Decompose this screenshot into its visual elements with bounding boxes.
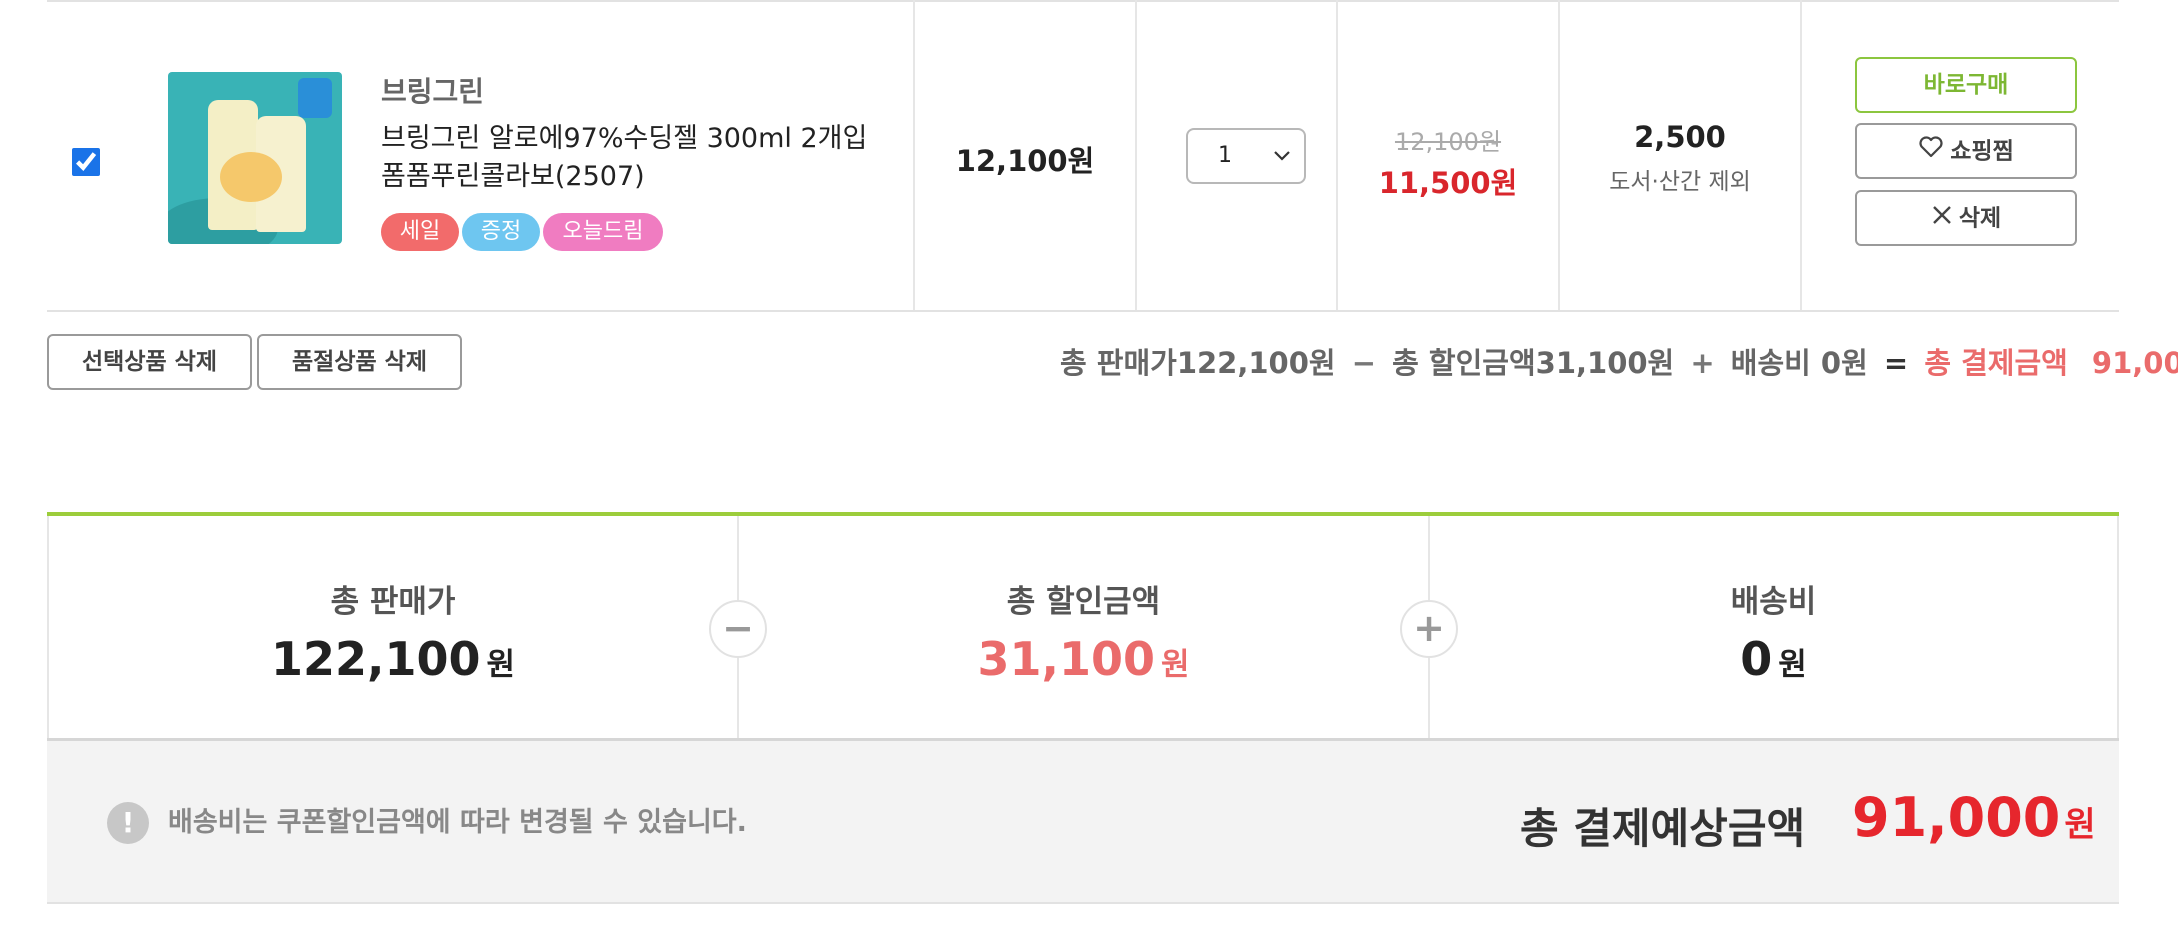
- summary-shipping: 0원: [1820, 346, 1868, 380]
- expected-total-value: 91,000: [1852, 786, 2061, 849]
- summary-shipping-label: 배송비: [1730, 346, 1811, 380]
- plus-sign: +: [1690, 346, 1715, 380]
- panel-divider: [47, 516, 49, 740]
- expected-total-label: 총 결제예상금액: [1520, 804, 1806, 853]
- product-name-line1: 브링그린 알로에97%수딩젤 300ml 2개입: [381, 123, 868, 154]
- heart-icon: [1918, 126, 1944, 178]
- summary-payment-label: 총 결제금액: [1924, 346, 2068, 380]
- panel-total-price-unit: 원: [486, 647, 516, 683]
- tag-gift: 증정: [462, 213, 540, 251]
- quantity-value: 1: [1218, 143, 1232, 168]
- panel-shipping-label: 배송비: [1730, 584, 1817, 620]
- chevron-down-icon: [1272, 130, 1292, 201]
- wishlist-button[interactable]: 쇼핑찜: [1855, 123, 2077, 179]
- panel-total-price-label: 총 판매가: [330, 584, 456, 620]
- col-divider: [1135, 0, 1137, 310]
- product-name-line2: 폼폼푸린콜라보(2507): [381, 161, 645, 192]
- original-price: 12,100원: [1394, 128, 1502, 156]
- panel-shipping-value: 0: [1740, 632, 1773, 686]
- buy-now-label: 바로구매: [1923, 72, 2009, 98]
- tag-sale: 세일: [381, 213, 459, 251]
- panel-divider: [2117, 516, 2119, 740]
- summary-payment: 91,000원: [2091, 346, 2178, 380]
- buy-now-button[interactable]: 바로구매: [1855, 57, 2077, 113]
- summary-discount-label: 총 할인금액: [1392, 346, 1536, 380]
- expected-total-unit: 원: [2064, 805, 2096, 845]
- delete-label: 삭제: [1958, 205, 2002, 232]
- quantity-select[interactable]: 1: [1186, 128, 1306, 184]
- unit-price: 12,100원: [955, 144, 1095, 178]
- footer-top-border: [47, 738, 2119, 741]
- delete-soldout-button[interactable]: 품절상품 삭제: [257, 334, 462, 390]
- item-checkbox[interactable]: [72, 148, 100, 176]
- shipping-notice: 배송비는 쿠폰할인금액에 따라 변경될 수 있습니다.: [168, 807, 747, 838]
- panel-discount-unit: 원: [1160, 647, 1190, 683]
- wishlist-label: 쇼핑찜: [1950, 138, 2014, 165]
- expected-total: 91,000 원: [1852, 786, 2096, 849]
- close-icon: [1931, 193, 1953, 245]
- panel-discount-label: 총 할인금액: [1006, 584, 1161, 620]
- shipping-fee: 2,500: [1634, 120, 1726, 154]
- panel-total-price-value: 122,100: [270, 632, 481, 686]
- row-top-border: [47, 0, 2119, 2]
- info-icon: !: [107, 802, 149, 844]
- product-thumbnail[interactable]: [168, 72, 342, 244]
- tag-today-delivery: 오늘드림: [543, 213, 663, 251]
- shipping-note: 도서·산간 제외: [1609, 169, 1751, 195]
- panel-discount-value: 31,100: [977, 632, 1155, 686]
- summary-discount: 31,100원: [1535, 346, 1675, 380]
- col-divider: [1558, 0, 1560, 310]
- row-bottom-border: [47, 310, 2119, 312]
- delete-selected-button[interactable]: 선택상품 삭제: [47, 334, 252, 390]
- order-summary-line: 총 판매가122,100원 − 총 할인금액31,100원 + 배송비 0원 =…: [1060, 340, 2178, 386]
- product-name[interactable]: 브링그린 알로에97%수딩젤 300ml 2개입 폼폼푸린콜라보(2507): [381, 120, 867, 196]
- minus-sign: −: [1351, 346, 1377, 380]
- panel-discount: 31,100 원: [739, 632, 1428, 686]
- sale-price: 11,500원: [1378, 166, 1518, 200]
- summary-total-price-label: 총 판매가: [1060, 346, 1177, 380]
- panel-shipping: 0원: [1430, 632, 2117, 686]
- delete-item-button[interactable]: 삭제: [1855, 190, 2077, 246]
- panel-shipping-unit: 원: [1778, 647, 1807, 683]
- summary-panel-top-bar: [47, 512, 2119, 516]
- panel-total-price: 122,100 원: [49, 632, 737, 686]
- equals-sign: =: [1883, 346, 1909, 380]
- summary-total-price: 122,100원: [1176, 346, 1336, 380]
- product-brand[interactable]: 브링그린: [381, 70, 484, 110]
- col-divider: [1800, 0, 1802, 310]
- footer-bottom-border: [47, 902, 2119, 904]
